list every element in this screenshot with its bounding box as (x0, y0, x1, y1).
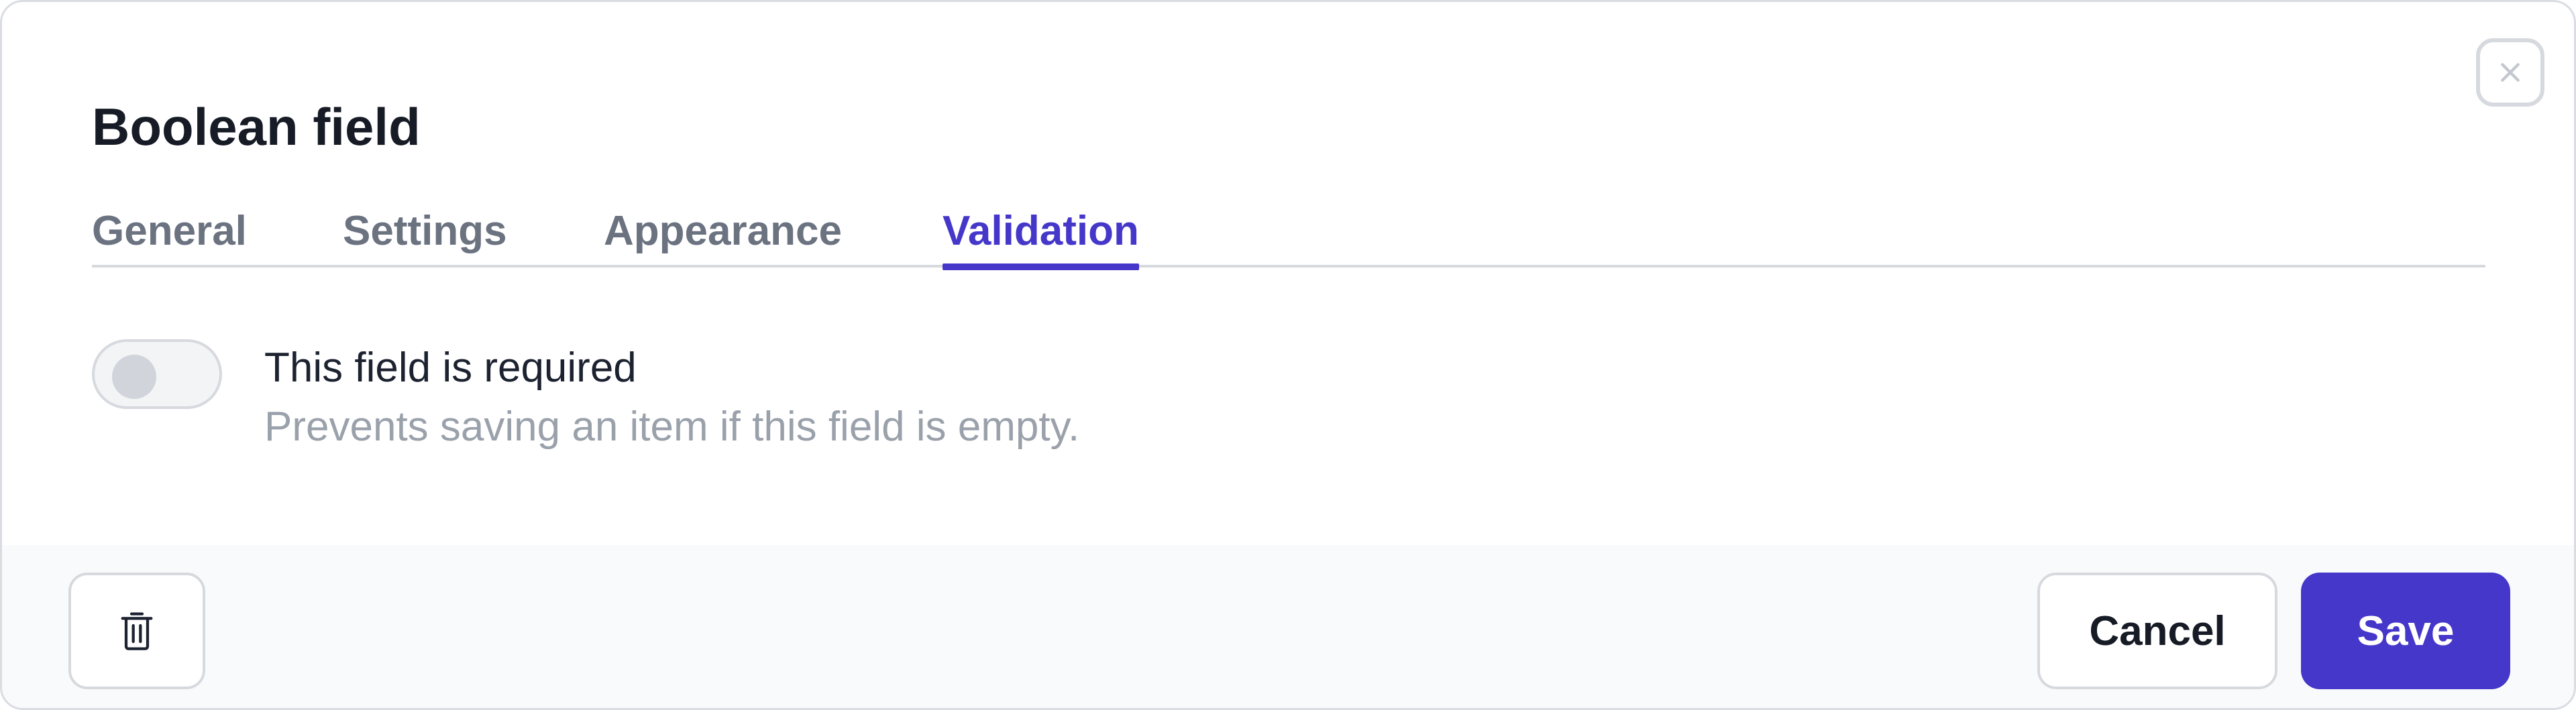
tab-bar: General Settings Appearance Validation (92, 200, 2485, 270)
dialog-title: Boolean field (92, 97, 421, 156)
tab-validation[interactable]: Validation (943, 200, 1139, 270)
tab-general[interactable]: General (92, 200, 247, 268)
required-toggle-description: Prevents saving an item if this field is… (264, 404, 1080, 450)
save-button[interactable]: Save (2301, 573, 2510, 689)
tab-appearance[interactable]: Appearance (604, 200, 842, 268)
delete-button[interactable] (68, 573, 205, 689)
tab-settings[interactable]: Settings (343, 200, 507, 268)
cancel-button[interactable]: Cancel (2037, 573, 2277, 689)
close-button[interactable] (2476, 38, 2544, 107)
trash-icon (121, 612, 153, 650)
required-toggle[interactable] (92, 339, 222, 409)
close-icon (2501, 63, 2520, 82)
toggle-knob (112, 355, 156, 399)
required-toggle-label: This field is required (264, 345, 637, 391)
boolean-field-dialog: Boolean field General Settings Appearanc… (0, 0, 2576, 710)
